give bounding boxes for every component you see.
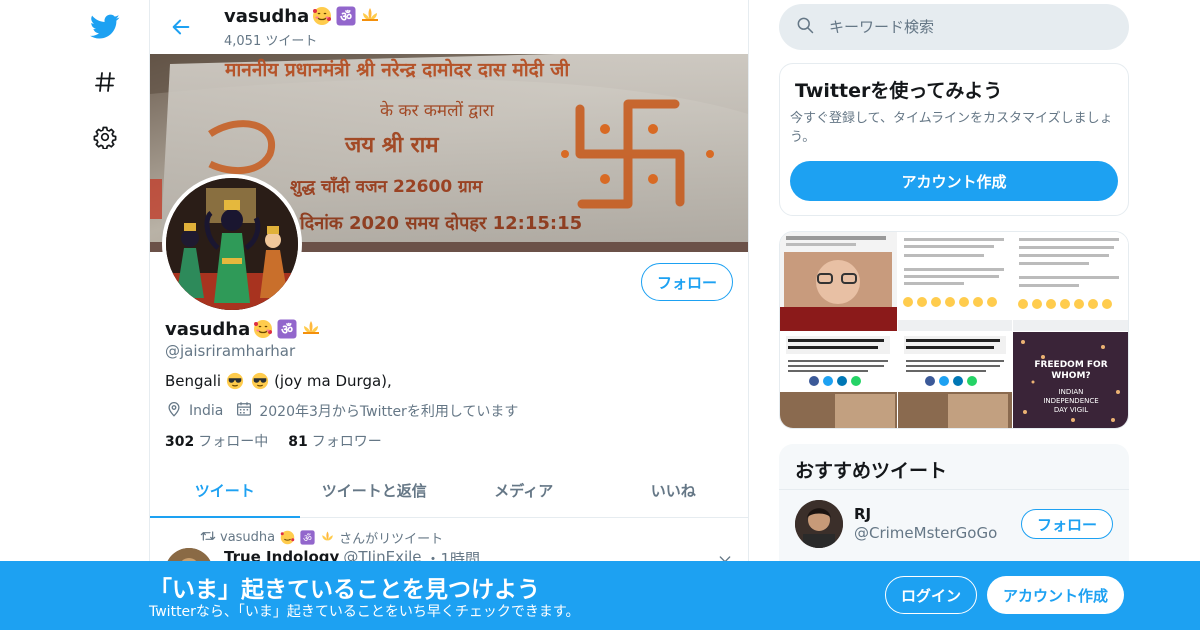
hashtag-icon[interactable] bbox=[88, 65, 122, 99]
recommended-user-name[interactable]: RJ bbox=[854, 505, 871, 523]
om-symbol-emoji-icon: ॐ bbox=[335, 5, 357, 27]
tab-tweets-and-replies[interactable]: ツイートと返信 bbox=[300, 464, 450, 517]
media-thumbnail[interactable] bbox=[898, 332, 1012, 428]
create-account-button[interactable]: アカウント作成 bbox=[790, 161, 1118, 201]
tab-likes[interactable]: いいね bbox=[599, 464, 749, 517]
lotus-emoji-icon bbox=[300, 318, 322, 340]
recommended-follow-button[interactable]: フォロー bbox=[1021, 509, 1113, 539]
twitter-logo-icon[interactable] bbox=[88, 10, 122, 44]
profile-display-name: vasudha ॐ bbox=[165, 318, 322, 340]
banner-line-4: शुद्ध चाँदी वजन 22600 ग्राम bbox=[290, 176, 483, 197]
banner-line-3: जय श्री राम bbox=[344, 131, 439, 158]
search-input[interactable] bbox=[829, 18, 1109, 36]
back-arrow-icon[interactable] bbox=[166, 12, 196, 42]
retweet-icon bbox=[200, 529, 216, 547]
following-count: 302 bbox=[165, 434, 195, 450]
retweeter-name[interactable]: vasudha bbox=[220, 530, 275, 545]
svg-text:ॐ: ॐ bbox=[340, 9, 352, 25]
lotus-emoji-icon bbox=[359, 5, 381, 27]
banner-line-2: के कर कमलों द्वारा bbox=[380, 100, 495, 121]
tab-tweets[interactable]: ツイート bbox=[150, 464, 300, 518]
retweet-indicator: vasudha ॐ さんがリツイート bbox=[200, 528, 443, 547]
media-thumbnail[interactable] bbox=[780, 232, 897, 331]
bio-prefix-text: Bengali bbox=[165, 372, 222, 390]
smiling-hearts-emoji-icon bbox=[279, 530, 295, 546]
profile-stats: 302 フォロー中 81 フォロワー bbox=[165, 431, 382, 451]
profile-location: India bbox=[165, 400, 223, 422]
header-display-name: vasudha ॐ bbox=[224, 5, 381, 27]
profile-bio: Bengali (joy ma Durga), bbox=[165, 370, 392, 392]
tab-media[interactable]: メディア bbox=[449, 464, 599, 517]
svg-text:INDIAN: INDIAN bbox=[1059, 388, 1084, 396]
profile-tabs: ツイート ツイートと返信 メディア いいね bbox=[150, 464, 748, 518]
signup-card-text: 今すぐ登録して、タイムラインをカスタマイズしましょう。 bbox=[790, 111, 1113, 145]
banner-line-1: माननीय प्रधानमंत्री श्री नरेन्द्र दामोदर… bbox=[224, 58, 570, 81]
login-button[interactable]: ログイン bbox=[885, 576, 977, 614]
recommended-title: おすすめツイート bbox=[795, 460, 948, 482]
profile-column: vasudha ॐ 4,051 ツイート माननीय प्रधानमंत्री… bbox=[149, 0, 749, 630]
svg-text:ॐ: ॐ bbox=[303, 532, 312, 544]
profile-join-date: 2020年3月からTwitterを利用しています bbox=[235, 400, 518, 422]
smiling-hearts-emoji-icon bbox=[252, 318, 274, 340]
follow-button[interactable]: フォロー bbox=[641, 263, 733, 301]
bio-suffix-text: (joy ma Durga), bbox=[274, 372, 392, 390]
om-symbol-emoji-icon: ॐ bbox=[299, 530, 315, 546]
profile-meta: India 2020年3月からTwitterを利用しています bbox=[165, 400, 530, 422]
left-navigation bbox=[80, 0, 130, 630]
signup-prompt-bar: 「いま」起きていることを見つけよう Twitterなら、「いま」起きていることを… bbox=[0, 561, 1200, 630]
profile-avatar[interactable] bbox=[162, 174, 302, 314]
join-date-text: 2020年3月からTwitterを利用しています bbox=[259, 404, 519, 420]
sunglasses-emoji-icon bbox=[224, 370, 246, 392]
divider bbox=[779, 489, 1129, 490]
svg-text:ॐ: ॐ bbox=[281, 322, 293, 338]
banner-line-5: दिनांक 2020 समय दोपहर 12:15:15 bbox=[299, 212, 582, 234]
header-name-text: vasudha bbox=[224, 5, 310, 27]
search-icon bbox=[795, 15, 815, 39]
following-label: フォロー中 bbox=[198, 434, 269, 450]
followers-label: フォロワー bbox=[311, 434, 382, 450]
prompt-title: 「いま」起きていることを見つけよう bbox=[149, 577, 540, 603]
smiling-hearts-emoji-icon bbox=[311, 5, 333, 27]
om-symbol-emoji-icon: ॐ bbox=[276, 318, 298, 340]
svg-text:INDEPENDENCE: INDEPENDENCE bbox=[1043, 397, 1098, 405]
svg-text:FREEDOM FOR: FREEDOM FOR bbox=[1034, 360, 1107, 370]
following-stat[interactable]: 302 フォロー中 bbox=[165, 431, 268, 451]
prompt-subtitle: Twitterなら、「いま」起きていることをいち早くチェックできます。 bbox=[149, 604, 580, 620]
tweet-count: 4,051 ツイート bbox=[224, 34, 318, 49]
profile-handle: @jaisriramharhar bbox=[165, 342, 296, 360]
settings-gear-icon[interactable] bbox=[88, 120, 122, 154]
media-thumbnail[interactable] bbox=[780, 332, 897, 428]
lotus-emoji-icon bbox=[319, 530, 335, 546]
signup-card-title: Twitterを使ってみよう bbox=[795, 80, 1003, 102]
recommended-user-handle[interactable]: @CrimeMsterGoGo bbox=[854, 524, 997, 542]
media-thumbnail-grid: FREEDOM FOR WHOM? INDIAN INDEPENDENCE DA… bbox=[779, 231, 1129, 429]
signup-button[interactable]: アカウント作成 bbox=[987, 576, 1124, 614]
search-box[interactable] bbox=[779, 4, 1129, 50]
media-thumbnail[interactable] bbox=[898, 232, 1012, 331]
svg-text:WHOM?: WHOM? bbox=[1051, 371, 1090, 381]
recommended-user-avatar[interactable] bbox=[795, 500, 843, 548]
calendar-icon bbox=[235, 400, 253, 422]
location-text: India bbox=[189, 403, 224, 419]
followers-stat[interactable]: 81 フォロワー bbox=[288, 431, 381, 451]
profile-header-bar: vasudha ॐ 4,051 ツイート bbox=[150, 0, 748, 54]
retweet-suffix: さんがリツイート bbox=[339, 532, 444, 547]
sunglasses-emoji-icon bbox=[249, 370, 271, 392]
media-thumbnail[interactable] bbox=[1013, 232, 1128, 331]
profile-name-text: vasudha bbox=[165, 318, 251, 340]
location-pin-icon bbox=[165, 400, 183, 422]
svg-text:DAY VIGIL: DAY VIGIL bbox=[1054, 406, 1088, 414]
followers-count: 81 bbox=[288, 434, 308, 450]
media-thumbnail[interactable]: FREEDOM FOR WHOM? INDIAN INDEPENDENCE DA… bbox=[1013, 332, 1128, 428]
signup-card: Twitterを使ってみよう 今すぐ登録して、タイムラインをカスタマイズしましょ… bbox=[779, 63, 1129, 216]
